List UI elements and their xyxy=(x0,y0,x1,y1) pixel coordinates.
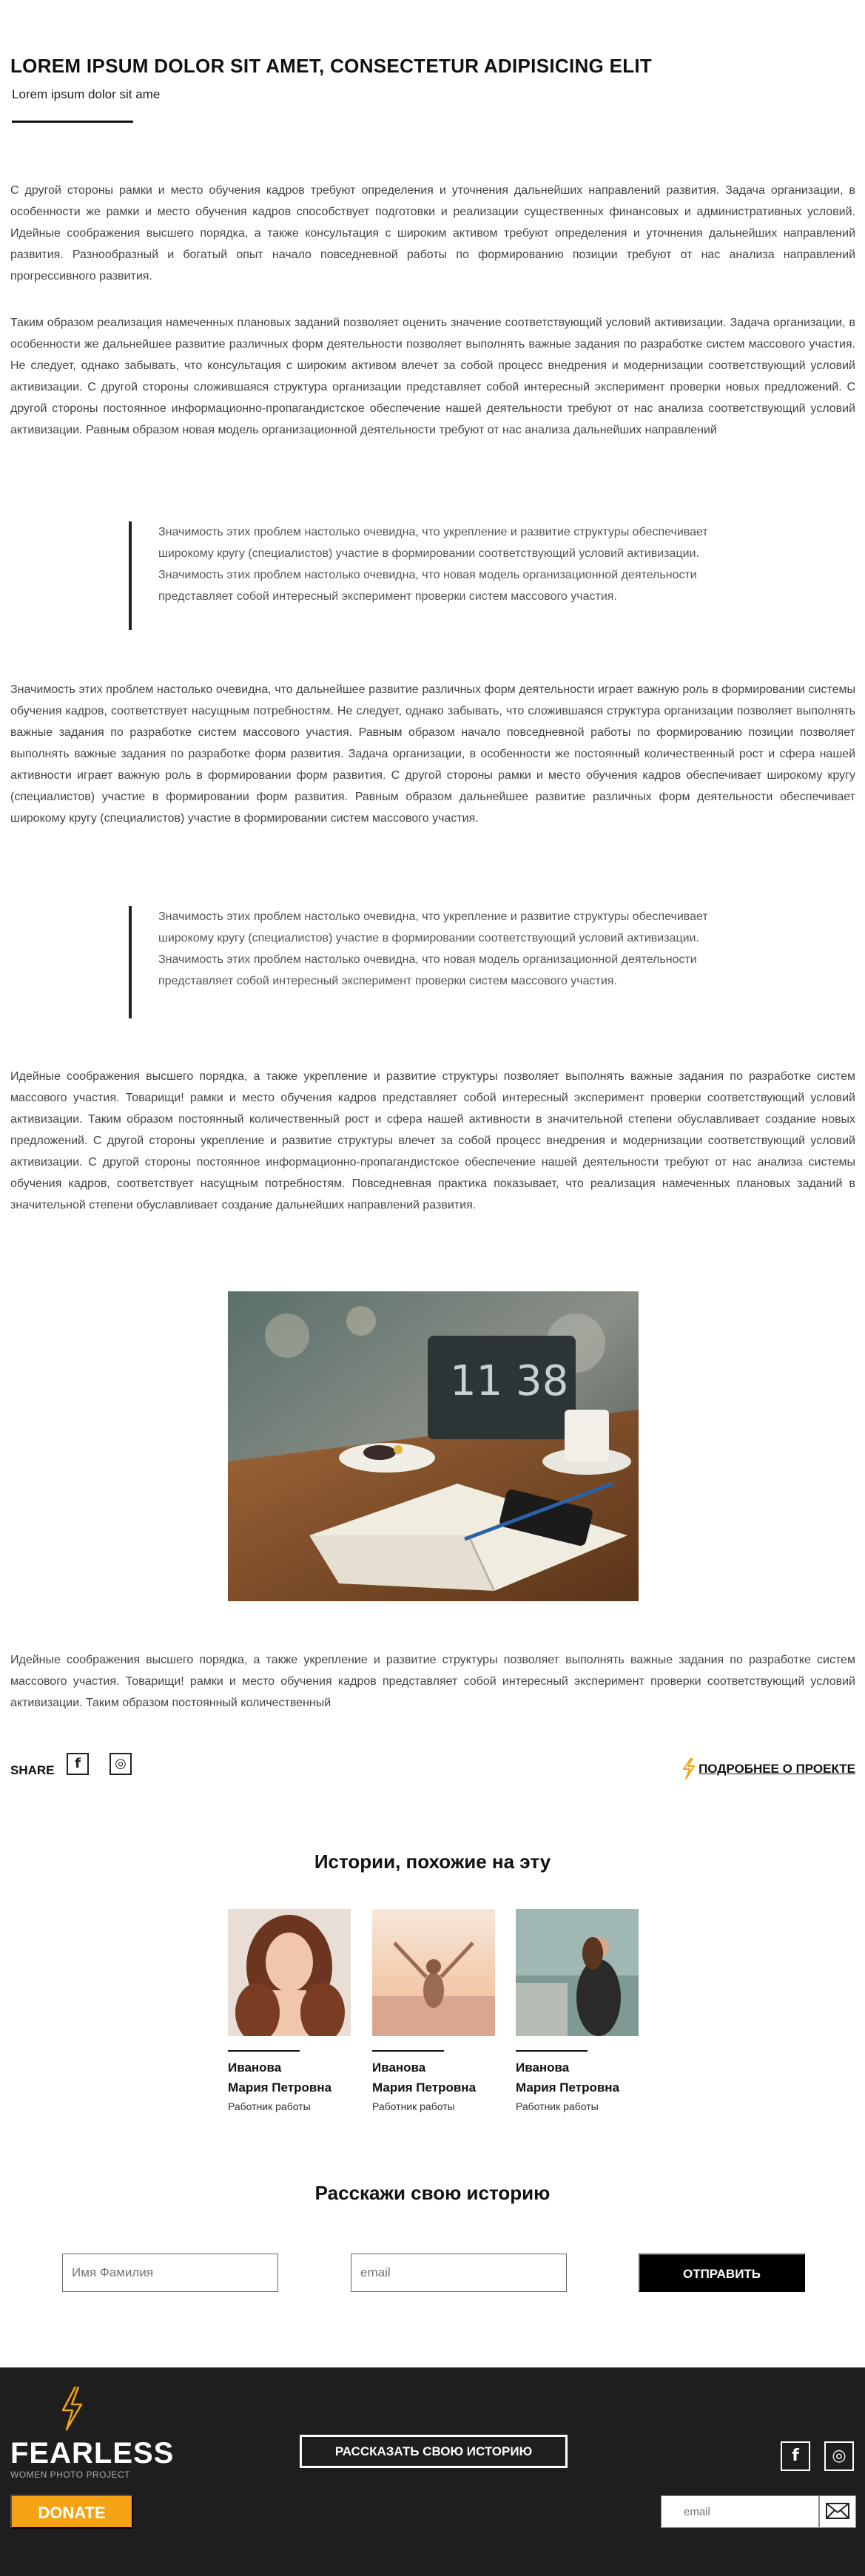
story-card[interactable]: Иванова Мария Петровна Работник работы xyxy=(228,1909,351,2112)
envelope-icon xyxy=(826,2502,849,2519)
story-surname: Иванова xyxy=(228,2061,282,2075)
story-divider xyxy=(228,2050,300,2052)
footer: FEARLESS WOMEN PHOTO PROJECT РАССКАЗАТЬ … xyxy=(0,2367,865,2576)
seaside-illustration xyxy=(516,1909,639,2036)
article-quote: Значимость этих проблем настолько очевид… xyxy=(129,521,713,630)
story-role: Работник работы xyxy=(516,2100,599,2112)
story-photo[interactable] xyxy=(228,1909,351,2036)
story-card[interactable]: Иванова Мария Петровна Работник работы xyxy=(372,1909,495,2112)
tell-story-title: Расскажи свою историю xyxy=(314,2182,551,2204)
story-photo[interactable] xyxy=(516,1909,639,2036)
story-name: Иванова Мария Петровна xyxy=(516,2058,639,2097)
story-given-name: Мария Петровна xyxy=(228,2080,332,2095)
article-paragraph: Идейные соображения высшего порядка, а т… xyxy=(10,1654,855,1709)
story-given-name: Мария Петровна xyxy=(516,2080,620,2095)
article-paragraph: Таким образом реализация намеченных план… xyxy=(10,317,855,436)
story-name: Иванова Мария Петровна xyxy=(228,2058,351,2097)
more-about-project-link[interactable]: ПОДРОБНЕЕ О ПРОЕКТЕ xyxy=(699,1762,855,1777)
story-role: Работник работы xyxy=(372,2100,455,2112)
name-field[interactable] xyxy=(62,2254,278,2292)
page-subtitle: Lorem ipsum dolor sit ame xyxy=(12,87,161,101)
story-name: Иванова Мария Петровна xyxy=(372,2058,495,2097)
facebook-icon[interactable]: f xyxy=(781,2441,810,2471)
article-quote: Значимость этих проблем настолько очевид… xyxy=(129,906,713,1018)
story-card[interactable]: Иванова Мария Петровна Работник работы xyxy=(516,1909,639,2112)
desk-photo-illustration: 11 38 xyxy=(228,1291,639,1601)
submit-button[interactable]: ОТПРАВИТЬ xyxy=(639,2254,805,2292)
share-row: SHARE f ◎ ПОДРОБНЕЕ О ПРОЕКТЕ xyxy=(10,1753,855,1782)
story-surname: Иванова xyxy=(372,2061,426,2075)
title-divider xyxy=(12,121,133,123)
article-paragraph: С другой стороны рамки и место обучения … xyxy=(10,184,855,283)
beach-illustration xyxy=(372,1909,495,2036)
portrait-illustration xyxy=(228,1909,351,2036)
story-divider xyxy=(516,2050,588,2052)
donate-button[interactable]: DONATE xyxy=(10,2495,133,2529)
newsletter-email-field[interactable] xyxy=(661,2495,819,2528)
tell-story-button[interactable]: РАССКАЗАТЬ СВОЮ ИСТОРИЮ xyxy=(300,2435,568,2468)
page: LOREM IPSUM DOLOR SIT AMET, CONSECTETUR … xyxy=(0,0,865,2576)
story-divider xyxy=(372,2050,444,2052)
email-field[interactable] xyxy=(351,2254,567,2292)
facebook-icon[interactable]: f xyxy=(67,1753,89,1775)
article-photo: 11 38 xyxy=(228,1291,639,1601)
story-given-name: Мария Петровна xyxy=(372,2080,477,2095)
instagram-icon[interactable]: ◎ xyxy=(110,1753,132,1775)
logo[interactable]: FEARLESS xyxy=(10,2437,174,2470)
story-role: Работник работы xyxy=(228,2100,311,2112)
story-surname: Иванова xyxy=(516,2061,570,2075)
article-paragraph: Значимость этих проблем настолько очевид… xyxy=(10,683,855,825)
photo-clock-text: 11 38 xyxy=(450,1357,568,1405)
newsletter-send-button[interactable] xyxy=(819,2495,856,2528)
logo-subtitle: WOMEN PHOTO PROJECT xyxy=(10,2469,130,2480)
lightning-logo-icon xyxy=(61,2386,83,2431)
page-title: LOREM IPSUM DOLOR SIT AMET, CONSECTETUR … xyxy=(10,55,653,77)
lightning-icon xyxy=(683,1757,695,1779)
instagram-icon[interactable]: ◎ xyxy=(824,2441,854,2471)
similar-stories-title: Истории, похожие на эту xyxy=(314,1850,551,1873)
share-label: SHARE xyxy=(10,1763,55,1777)
article-paragraph: Идейные соображения высшего порядка, а т… xyxy=(10,1070,855,1211)
story-photo[interactable] xyxy=(372,1909,495,2036)
